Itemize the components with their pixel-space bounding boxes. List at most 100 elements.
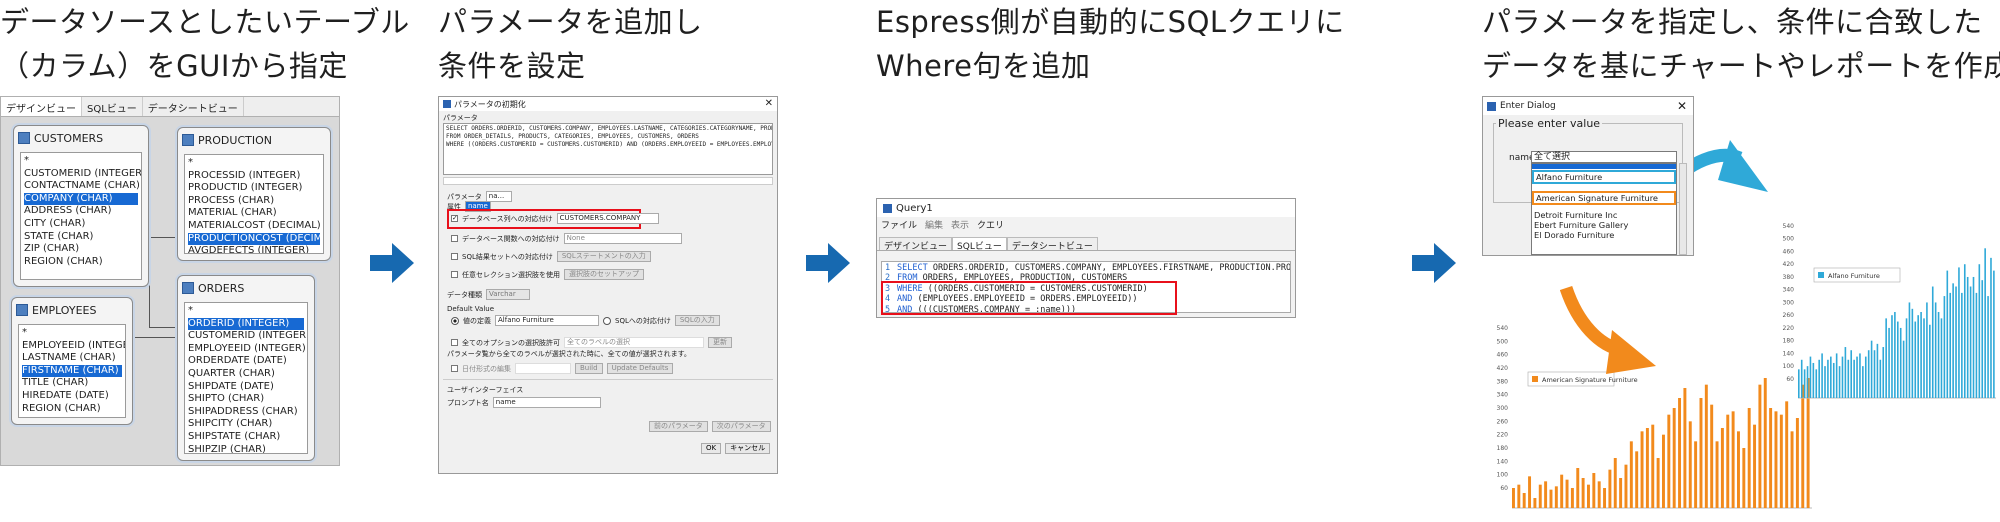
column-item[interactable]: PROCESSID (INTEGER) <box>188 170 320 183</box>
column-item[interactable]: CITY (CHAR) <box>24 218 138 231</box>
radio-value-icon[interactable] <box>451 316 459 325</box>
update-button[interactable]: 更新 <box>708 337 732 348</box>
menu-file[interactable]: ファイル <box>881 218 917 231</box>
default-value-select[interactable]: Alfano Furniture <box>495 315 599 326</box>
tab-datasheet-view[interactable]: データシートビュー <box>143 97 244 116</box>
column-item[interactable]: ADDRESS (CHAR) <box>24 205 138 218</box>
column-item[interactable]: MATERIALCOST (DECIMAL) <box>188 220 321 233</box>
column-item[interactable]: SHIPADDRESS (CHAR) <box>188 406 304 419</box>
tab-sql-view[interactable]: SQLビュー <box>952 237 1007 252</box>
bar <box>1931 286 1934 398</box>
tab-sql-view[interactable]: SQLビュー <box>82 97 143 116</box>
cancel-button[interactable]: キャンセル <box>725 443 771 454</box>
data-type-select[interactable]: Varchar <box>486 289 530 300</box>
sql-line: WHERE ((ORDERS.CUSTOMERID = CUSTOMERS.CU… <box>446 141 773 148</box>
all-options-field[interactable]: 全てのラベルの選択 <box>564 337 704 348</box>
column-item[interactable]: EMPLOYEEID (INTEGER) <box>22 340 125 353</box>
table-employees[interactable]: EMPLOYEES * EMPLOYEEID (INTEGER) LASTNAM… <box>11 297 133 425</box>
column-item[interactable]: STATE (CHAR) <box>24 231 138 244</box>
list-item[interactable]: Detroit Furniture Inc <box>1532 210 1676 220</box>
close-icon[interactable]: ✕ <box>765 98 773 109</box>
column-item[interactable]: EMPLOYEEID (INTEGER) <box>188 343 306 356</box>
db-related-checkbox[interactable] <box>451 235 458 242</box>
column-item[interactable]: CUSTOMERID (INTEGER) <box>188 330 307 343</box>
bar <box>1726 414 1730 508</box>
setup-options-button[interactable]: 選択肢のセットアップ <box>564 269 644 280</box>
menu-query[interactable]: クエリ <box>977 218 1004 231</box>
column-item[interactable]: * <box>188 157 320 170</box>
date-format-field[interactable] <box>515 363 571 374</box>
column-item[interactable]: * <box>188 305 304 318</box>
column-item[interactable]: REGION (CHAR) <box>22 403 122 416</box>
column-item[interactable]: PROCESS (CHAR) <box>188 195 320 208</box>
list-item-selected-partial[interactable] <box>1532 164 1676 169</box>
db-related-select[interactable]: None <box>563 233 682 244</box>
column-item[interactable]: LASTNAME (CHAR) <box>22 352 122 365</box>
tab-design-view[interactable]: デザインビュー <box>879 237 953 252</box>
list-item-partial[interactable] <box>1532 185 1676 190</box>
next-parameter-button[interactable]: 次のパラメータ <box>711 421 771 432</box>
column-item[interactable]: QUARTER (CHAR) <box>188 368 304 381</box>
bar <box>1911 308 1914 398</box>
column-item-selected[interactable]: ORDERID (INTEGER) <box>188 317 304 331</box>
bar <box>1560 474 1564 508</box>
horizontal-scrollbar[interactable] <box>443 177 773 185</box>
radio-sql-icon[interactable] <box>603 316 611 325</box>
column-item[interactable]: CUSTOMERID (INTEGER) <box>24 168 141 181</box>
ok-button[interactable]: OK <box>701 443 722 454</box>
build-button[interactable]: Build <box>575 363 603 374</box>
column-item[interactable]: REGION (CHAR) <box>24 256 138 269</box>
bar <box>1838 366 1841 398</box>
column-item[interactable]: PRODUCTID (INTEGER) <box>188 182 320 195</box>
bar <box>1753 424 1757 508</box>
db-column-checkbox[interactable]: ✓ <box>451 215 458 222</box>
sql-result-checkbox[interactable] <box>451 253 458 260</box>
table-orders[interactable]: ORDERS * ORDERID (INTEGER) CUSTOMERID (I… <box>177 275 315 461</box>
column-item[interactable]: * <box>22 327 122 340</box>
prompt-input[interactable]: name <box>492 397 601 408</box>
sql-statement-button[interactable]: SQLステートメントの入力 <box>556 251 651 262</box>
column-item[interactable]: SHIPTO (CHAR) <box>188 393 304 406</box>
column-item[interactable]: ORDERDATE (DATE) <box>188 355 304 368</box>
bar <box>1662 434 1665 508</box>
column-item[interactable]: * <box>24 155 138 168</box>
table-production[interactable]: PRODUCTION * PROCESSID (INTEGER) PRODUCT… <box>177 127 331 261</box>
tab-design-view[interactable]: デザインビュー <box>1 97 82 116</box>
bar <box>1803 369 1806 398</box>
column-item[interactable]: SHIPZIP (CHAR) <box>188 444 304 453</box>
tab-datasheet-view[interactable]: データシートビュー <box>1006 237 1098 252</box>
all-options-checkbox[interactable] <box>451 339 458 346</box>
menu-edit[interactable]: 編集 <box>925 218 943 231</box>
list-scrollbar[interactable] <box>1679 163 1687 255</box>
bar <box>1990 257 1992 398</box>
close-icon[interactable]: ✕ <box>1677 99 1687 113</box>
column-item[interactable]: MATERIAL (CHAR) <box>188 207 320 220</box>
any-selection-checkbox[interactable] <box>451 271 458 278</box>
update-defaults-button[interactable]: Update Defaults <box>606 363 674 374</box>
list-item-american-signature[interactable]: American Signature Furniture <box>1532 191 1676 205</box>
column-item[interactable]: TITLE (CHAR) <box>22 377 122 390</box>
date-format-checkbox[interactable] <box>451 365 458 372</box>
column-item[interactable]: CONTACTNAME (CHAR) <box>24 180 140 193</box>
option-list[interactable]: Alfano Furniture American Signature Furn… <box>1531 163 1677 255</box>
column-item[interactable]: SHIPDATE (DATE) <box>188 381 304 394</box>
db-column-select[interactable]: CUSTOMERS.COMPANY <box>556 213 659 224</box>
column-item[interactable]: AVGDEFECTS (INTEGER) <box>188 245 320 253</box>
column-item-selected[interactable]: FIRSTNAME (CHAR) <box>22 364 122 378</box>
column-item[interactable]: SHIPCITY (CHAR) <box>188 418 304 431</box>
list-item-alfano[interactable]: Alfano Furniture <box>1532 170 1676 184</box>
column-item[interactable]: HIREDATE (DATE) <box>22 390 122 403</box>
column-item-selected[interactable]: PRODUCTIONCOST (DECIMAL) <box>188 232 323 246</box>
sql-input-button[interactable]: SQLの入力 <box>674 315 720 326</box>
menu-view[interactable]: 表示 <box>951 218 969 231</box>
list-item[interactable]: El Dorado Furniture <box>1532 230 1676 240</box>
column-item[interactable]: SHIPSTATE (CHAR) <box>188 431 304 444</box>
code-line: 1 SELECT ORDERS.ORDERID, CUSTOMERS.COMPAN… <box>885 263 1290 273</box>
table-customers[interactable]: CUSTOMERS * CUSTOMERID (INTEGER) CONTACT… <box>13 125 149 287</box>
list-item[interactable]: Ebert Furniture Gallery <box>1532 220 1676 230</box>
prev-parameter-button[interactable]: 前のパラメータ <box>649 421 708 432</box>
column-item-selected[interactable]: COMPANY (CHAR) <box>24 192 138 206</box>
column-item[interactable]: ZIP (CHAR) <box>24 243 138 256</box>
name-select[interactable]: 全て選択 <box>1531 151 1677 163</box>
bar <box>1923 318 1925 398</box>
